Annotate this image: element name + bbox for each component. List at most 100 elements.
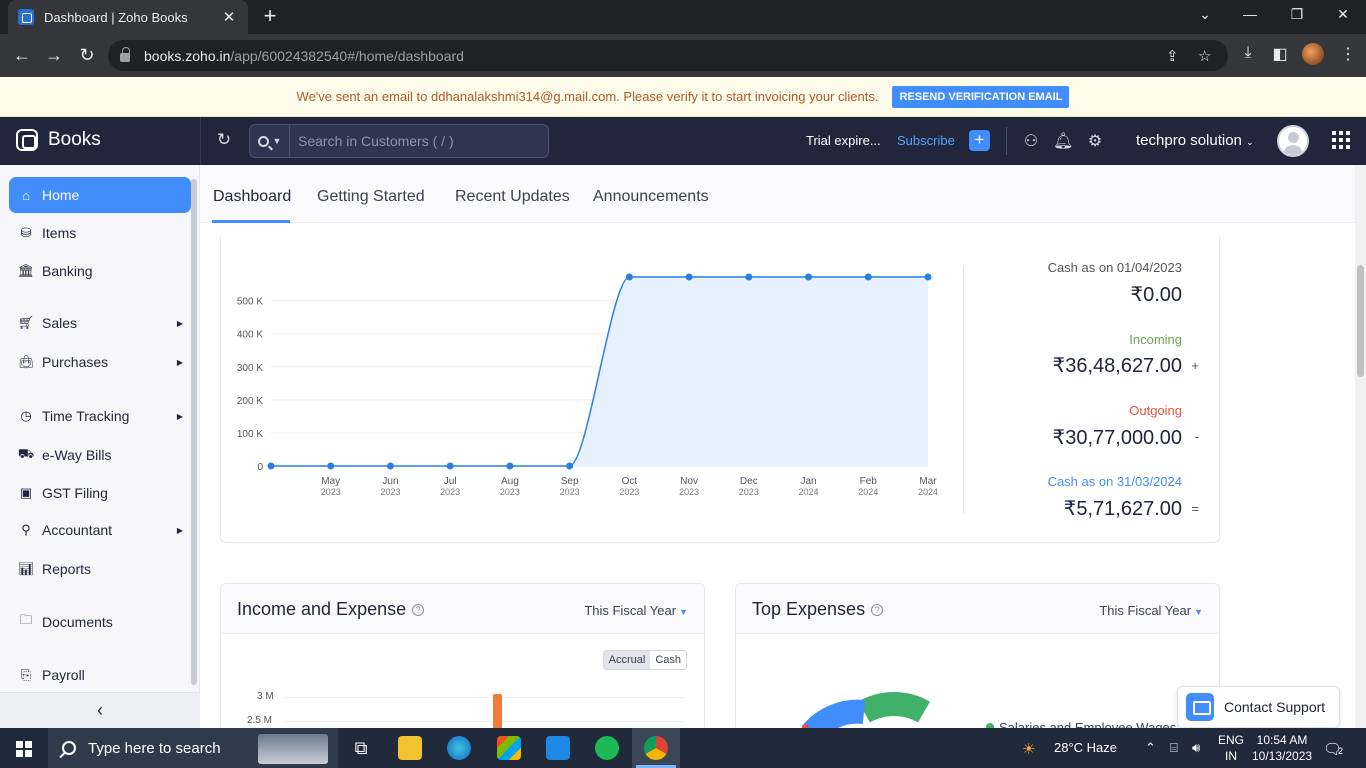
collapse-sidebar-button[interactable]: ‹: [0, 692, 200, 728]
new-tab-icon[interactable]: +: [258, 5, 282, 27]
legend-item: Salaries and Employee Wages: [999, 720, 1177, 728]
reload-icon[interactable]: ↻: [76, 45, 98, 65]
taskbar-clock[interactable]: 10:54 AM 10/13/2023: [1252, 732, 1312, 764]
show-hidden-icons-icon[interactable]: ⌃: [1145, 740, 1156, 756]
data-point[interactable]: [625, 273, 633, 281]
brand[interactable]: Books: [16, 129, 101, 151]
close-window-icon[interactable]: ✕: [1333, 6, 1353, 23]
accrual-toggle[interactable]: Accrual: [603, 651, 651, 669]
income-bar[interactable]: [493, 694, 502, 728]
help-icon[interactable]: ?: [412, 604, 425, 616]
mail-icon[interactable]: [546, 736, 570, 760]
data-point[interactable]: [864, 273, 872, 281]
notifications-bell-icon[interactable]: 🔔︎: [1053, 131, 1073, 151]
sidebar-item-time-tracking[interactable]: ◷ Time Tracking ▶: [9, 398, 191, 434]
income-expense-title: Income and Expense: [237, 599, 407, 619]
data-point[interactable]: [267, 462, 275, 470]
trial-status[interactable]: Trial expire...: [806, 133, 881, 148]
menu-kebab-icon[interactable]: ⋮: [1338, 44, 1358, 64]
spotify-icon[interactable]: [595, 736, 619, 760]
share-icon[interactable]: ⇪: [1166, 47, 1179, 65]
cash-toggle[interactable]: Cash: [650, 651, 686, 669]
settings-gear-icon[interactable]: ⚙: [1085, 131, 1105, 151]
apps-grid-icon[interactable]: [1332, 131, 1350, 149]
task-view-icon[interactable]: ⧉: [349, 736, 373, 760]
period-filter[interactable]: This Fiscal Year ▼: [1099, 603, 1203, 618]
data-point[interactable]: [506, 462, 514, 470]
sidebar-item-documents[interactable]: 🗀 Documents: [9, 604, 191, 640]
sidebar-item-eway-bills[interactable]: ⛟ e-Way Bills: [9, 437, 191, 473]
microsoft-store-icon[interactable]: [497, 736, 521, 760]
minimize-icon[interactable]: —: [1240, 6, 1260, 22]
weather-text[interactable]: 28°C Haze: [1054, 740, 1117, 755]
restore-icon[interactable]: ❐: [1287, 6, 1307, 23]
top-expenses-title: Top Expenses: [752, 599, 866, 619]
help-icon[interactable]: ?: [871, 604, 884, 616]
sidebar-item-purchases[interactable]: 👜︎ Purchases ▶: [9, 344, 191, 380]
x-tick-label: Jan: [800, 476, 816, 487]
language-indicator[interactable]: ENG IN: [1218, 732, 1244, 764]
x-tick-label: Jul: [444, 476, 457, 487]
refer-users-icon[interactable]: ⚇: [1021, 131, 1041, 151]
expand-arrow-icon: ▶: [176, 357, 183, 367]
edge-browser-icon[interactable]: [447, 736, 471, 760]
tab-search-chevron-icon[interactable]: ⌄: [1195, 6, 1215, 23]
browser-tab[interactable]: Dashboard | Zoho Books ✕: [8, 0, 248, 34]
global-search: ▼: [249, 124, 549, 158]
quick-create-button[interactable]: +: [969, 130, 990, 151]
windows-taskbar: Type here to search ⧉ ☀ 28°C Haze ⌃ ⌸ 🔊︎…: [0, 728, 1366, 768]
sidebar-item-banking[interactable]: 🏛︎ Banking: [9, 253, 191, 289]
tab-announcements[interactable]: Announcements: [593, 188, 709, 206]
profile-avatar[interactable]: [1302, 43, 1324, 65]
search-module-selector[interactable]: ▼: [250, 125, 290, 157]
data-point[interactable]: [446, 462, 454, 470]
resend-verification-button[interactable]: RESEND VERIFICATION EMAIL: [892, 85, 1070, 108]
network-icon[interactable]: ⌸: [1170, 740, 1178, 756]
x-tick-year: 2023: [560, 487, 580, 497]
tab-dashboard[interactable]: Dashboard: [213, 188, 291, 206]
user-avatar[interactable]: [1277, 125, 1309, 157]
address-bar[interactable]: books.zoho.in/app/60024382540#/home/dash…: [108, 40, 1228, 71]
download-icon[interactable]: ⤓: [1238, 44, 1258, 62]
search-input[interactable]: [290, 133, 548, 149]
sidebar-item-payroll[interactable]: ⎘ Payroll: [9, 657, 191, 693]
donut-slice-salaries[interactable]: [858, 691, 930, 723]
data-point[interactable]: [685, 273, 693, 281]
tab-recent-updates[interactable]: Recent Updates: [455, 188, 570, 206]
donut-slice-other[interactable]: [801, 699, 866, 728]
page-scrollbar[interactable]: [1355, 165, 1366, 728]
weather-icon[interactable]: ☀: [1022, 740, 1035, 758]
volume-icon[interactable]: 🔊︎: [1192, 740, 1200, 756]
data-point[interactable]: [805, 273, 813, 281]
data-point[interactable]: [566, 462, 574, 470]
sidebar-item-home[interactable]: ⌂ Home: [9, 177, 191, 213]
sidebar-item-sales[interactable]: 🛒︎ Sales ▶: [9, 305, 191, 341]
taskbar-search[interactable]: Type here to search: [48, 728, 338, 768]
bookmark-star-icon[interactable]: ☆: [1198, 47, 1211, 65]
data-point[interactable]: [924, 273, 932, 281]
sidebar-item-items[interactable]: ⛁ Items: [9, 215, 191, 251]
sidebar-item-gst-filing[interactable]: ▣ GST Filing: [9, 475, 191, 511]
organization-switcher[interactable]: techpro solution ⌄: [1136, 132, 1254, 149]
chat-icon: [1186, 693, 1214, 721]
contact-support-button[interactable]: Contact Support: [1177, 686, 1340, 728]
app-header: Books ↻ ▼ Trial expire... Subscribe + ⚇ …: [0, 117, 1366, 165]
side-panel-icon[interactable]: ◧: [1270, 44, 1290, 64]
back-icon[interactable]: ←: [11, 45, 33, 65]
subscribe-link[interactable]: Subscribe: [897, 133, 955, 148]
sidebar-item-reports[interactable]: 📊︎ Reports: [9, 551, 191, 587]
tab-getting-started[interactable]: Getting Started: [317, 188, 425, 206]
chrome-icon[interactable]: [644, 736, 668, 760]
recent-activity-icon[interactable]: ↻: [214, 130, 234, 150]
close-tab-icon[interactable]: ✕: [220, 8, 238, 26]
period-filter[interactable]: This Fiscal Year ▼: [584, 603, 688, 618]
data-point[interactable]: [745, 273, 753, 281]
file-explorer-icon[interactable]: [398, 736, 422, 760]
forward-icon[interactable]: →: [43, 45, 65, 65]
sidebar-item-accountant[interactable]: ⚲ Accountant ▶: [9, 512, 191, 548]
windows-start-icon[interactable]: [16, 741, 32, 757]
sidebar-scrollbar[interactable]: [191, 179, 197, 685]
scrollbar-thumb[interactable]: [1357, 265, 1364, 377]
data-point[interactable]: [327, 462, 335, 470]
data-point[interactable]: [386, 462, 394, 470]
